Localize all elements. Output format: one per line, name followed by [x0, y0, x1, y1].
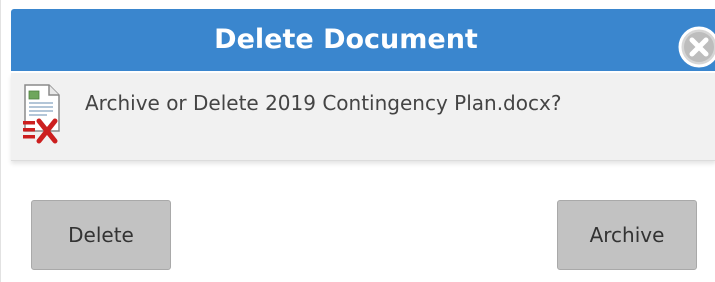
close-button[interactable]	[678, 26, 715, 68]
document-delete-icon	[23, 84, 60, 144]
delete-button[interactable]: Delete	[31, 200, 171, 270]
delete-document-dialog: Delete Document Archive or Delete 2019 C…	[0, 0, 715, 282]
dialog-message: Archive or Delete 2019 Contingency Plan.…	[85, 91, 562, 115]
close-icon	[678, 26, 715, 68]
dialog-titlebar: Delete Document	[11, 9, 715, 71]
archive-button[interactable]: Archive	[557, 200, 697, 270]
message-area: Archive or Delete 2019 Contingency Plan.…	[11, 73, 715, 161]
dialog-title: Delete Document	[214, 24, 478, 55]
